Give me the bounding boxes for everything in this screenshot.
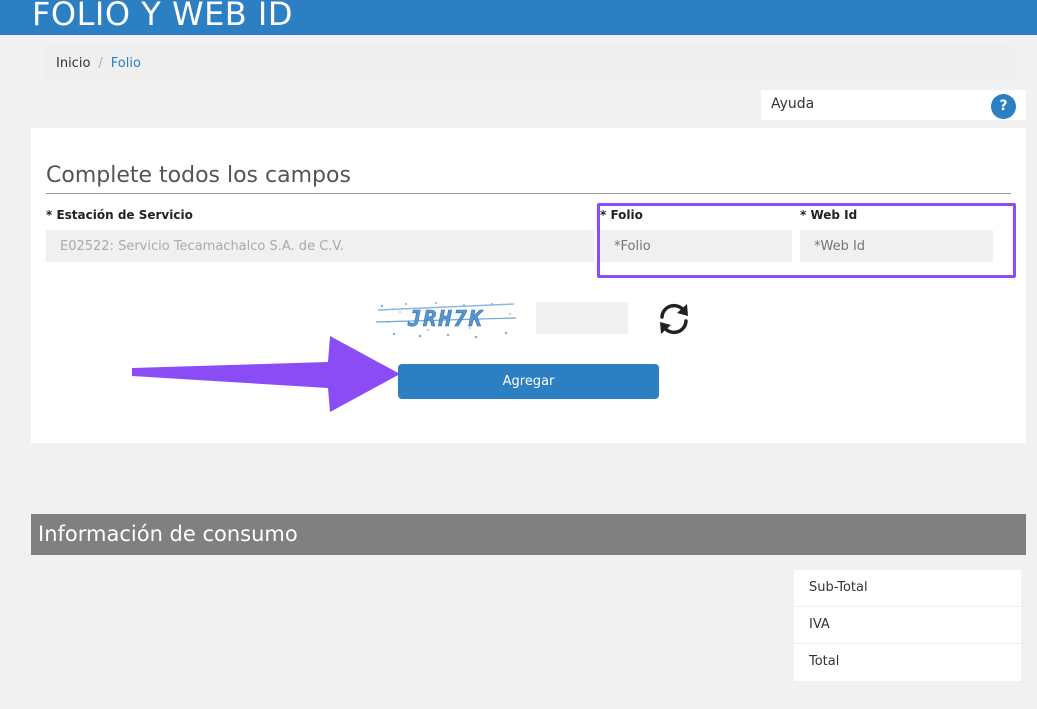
captcha-text: JRH7K xyxy=(407,307,484,332)
station-field: E02522: Servicio Tecamachalco S.A. de C.… xyxy=(46,230,594,262)
consumo-section-title: Información de consumo xyxy=(31,514,1026,555)
help-link[interactable]: Ayuda ? xyxy=(761,90,1026,120)
breadcrumb-current[interactable]: Folio xyxy=(111,56,141,71)
iva-row: IVA xyxy=(794,607,1021,644)
breadcrumb-home[interactable]: Inicio xyxy=(56,56,90,71)
highlight-box xyxy=(597,203,1016,278)
heading-divider xyxy=(46,193,1011,194)
agregar-button[interactable]: Agregar xyxy=(398,364,659,399)
form-heading: Complete todos los campos xyxy=(46,163,351,188)
refresh-icon[interactable] xyxy=(656,300,692,338)
station-label: * Estación de Servicio xyxy=(46,208,193,222)
question-icon[interactable]: ? xyxy=(991,94,1016,119)
help-label: Ayuda xyxy=(771,96,815,112)
arrow-annotation xyxy=(132,336,400,412)
breadcrumb: Inicio / Folio xyxy=(43,45,1015,79)
breadcrumb-separator: / xyxy=(98,56,103,71)
page-title: FOLIO Y WEB ID xyxy=(32,0,293,33)
captcha-input[interactable] xyxy=(536,302,628,334)
total-row: Total xyxy=(809,654,840,669)
subtotal-row: Sub-Total xyxy=(794,570,1021,607)
totals-table: Sub-Total IVA Total xyxy=(794,570,1021,681)
top-header: FOLIO Y WEB ID xyxy=(0,0,1037,35)
